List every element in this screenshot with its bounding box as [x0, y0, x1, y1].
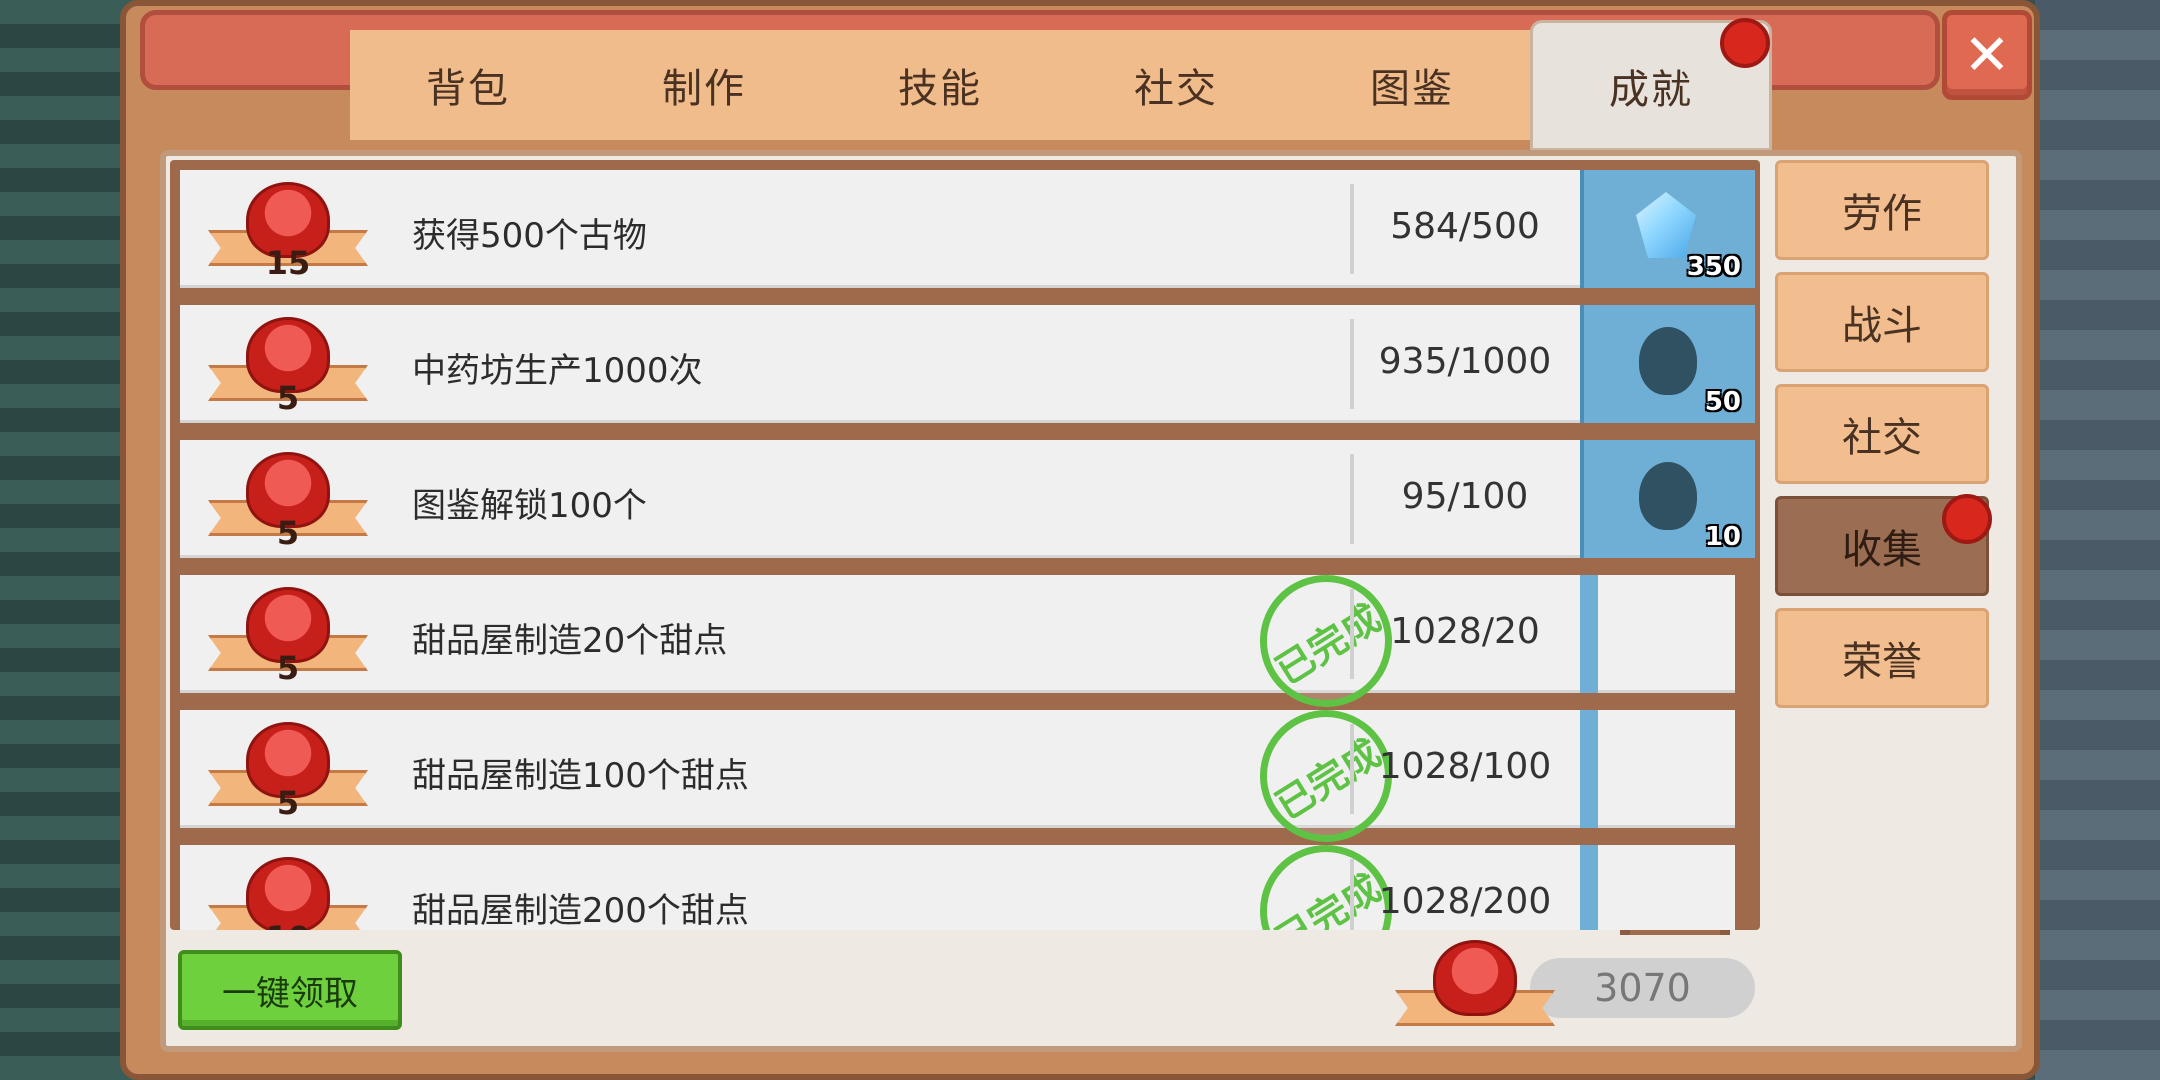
- achievement-title: 甜品屋制造20个甜点: [412, 621, 728, 661]
- notification-dot: [1942, 494, 1992, 544]
- row-divider: [1350, 589, 1354, 679]
- achievement-badge-icon: 5: [208, 722, 368, 822]
- reward-strip: [1580, 845, 1598, 930]
- achievement-badge-icon: 5: [208, 587, 368, 687]
- row-divider: [1350, 454, 1354, 544]
- achievement-list: 15 获得500个古物 584/500 350 5 中药坊生产1000次 935…: [170, 160, 1760, 930]
- tab-backpack[interactable]: 背包: [350, 30, 589, 140]
- achievement-progress: 584/500: [1390, 206, 1540, 247]
- category-honor[interactable]: 荣誉: [1775, 608, 1989, 708]
- claim-reward-button[interactable]: 50: [1580, 305, 1755, 423]
- category-labor[interactable]: 劳作: [1775, 160, 1989, 260]
- tab-skills[interactable]: 技能: [822, 30, 1061, 140]
- achievement-progress: 1028/100: [1378, 746, 1552, 787]
- category-social[interactable]: 社交: [1775, 384, 1989, 484]
- achievement-row: 5 图鉴解锁100个 95/100 10: [180, 440, 1755, 558]
- tab-collection-book[interactable]: 图鉴: [1294, 30, 1533, 140]
- achievement-title: 图鉴解锁100个: [412, 486, 647, 526]
- row-divider: [1350, 859, 1354, 930]
- row-divider: [1350, 319, 1354, 409]
- reward-strip: [1580, 575, 1598, 693]
- achievement-title: 获得500个古物: [412, 216, 647, 256]
- achievement-badge-icon: 5: [208, 452, 368, 552]
- row-divider: [1350, 724, 1354, 814]
- background-right-scene: [2035, 0, 2160, 1080]
- achievement-title: 中药坊生产1000次: [412, 351, 703, 391]
- crystal-gem-icon: [1636, 192, 1696, 258]
- dark-stone-icon: [1639, 327, 1697, 395]
- reward-strip: [1580, 710, 1598, 828]
- claim-all-button[interactable]: 一键领取: [178, 950, 402, 1030]
- achievement-points-icon: [1395, 940, 1555, 1040]
- achievement-row: 5 甜品屋制造100个甜点 已完成 1028/100: [180, 685, 1735, 867]
- main-tabs: 背包 制作 技能 社交 图鉴 成就: [350, 20, 1772, 151]
- achievement-progress: 95/100: [1401, 476, 1529, 517]
- achievement-row: 10 甜品屋制造200个甜点 已完成 1028/200: [180, 820, 1735, 930]
- claim-reward-button[interactable]: 350: [1580, 170, 1755, 288]
- achievement-row: 15 获得500个古物 584/500 350: [180, 170, 1755, 288]
- dark-stone-icon: [1639, 462, 1697, 530]
- achievement-row: 5 中药坊生产1000次 935/1000 50: [180, 305, 1755, 423]
- achievement-progress: 1028/20: [1390, 611, 1540, 652]
- achievement-badge-icon: 10: [208, 857, 368, 930]
- tab-social[interactable]: 社交: [1058, 30, 1297, 140]
- achievement-badge-icon: 15: [208, 182, 368, 282]
- achievement-badge-icon: 5: [208, 317, 368, 417]
- total-achievement-points: 3070: [1530, 958, 1755, 1018]
- achievement-title: 甜品屋制造200个甜点: [412, 891, 749, 930]
- close-button[interactable]: ✕: [1942, 10, 2032, 100]
- background-left-scene: [0, 0, 135, 1080]
- row-divider: [1350, 184, 1354, 274]
- category-battle[interactable]: 战斗: [1775, 272, 1989, 372]
- achievement-title: 甜品屋制造100个甜点: [412, 756, 749, 796]
- notification-dot: [1720, 18, 1770, 68]
- claim-reward-button[interactable]: 10: [1580, 440, 1755, 558]
- achievement-progress: 1028/200: [1378, 881, 1552, 922]
- tab-crafting[interactable]: 制作: [586, 30, 825, 140]
- achievement-progress: 935/1000: [1378, 341, 1552, 382]
- close-icon: ✕: [1963, 22, 2011, 88]
- achievement-row: 5 甜品屋制造20个甜点 已完成 1028/20: [180, 550, 1735, 732]
